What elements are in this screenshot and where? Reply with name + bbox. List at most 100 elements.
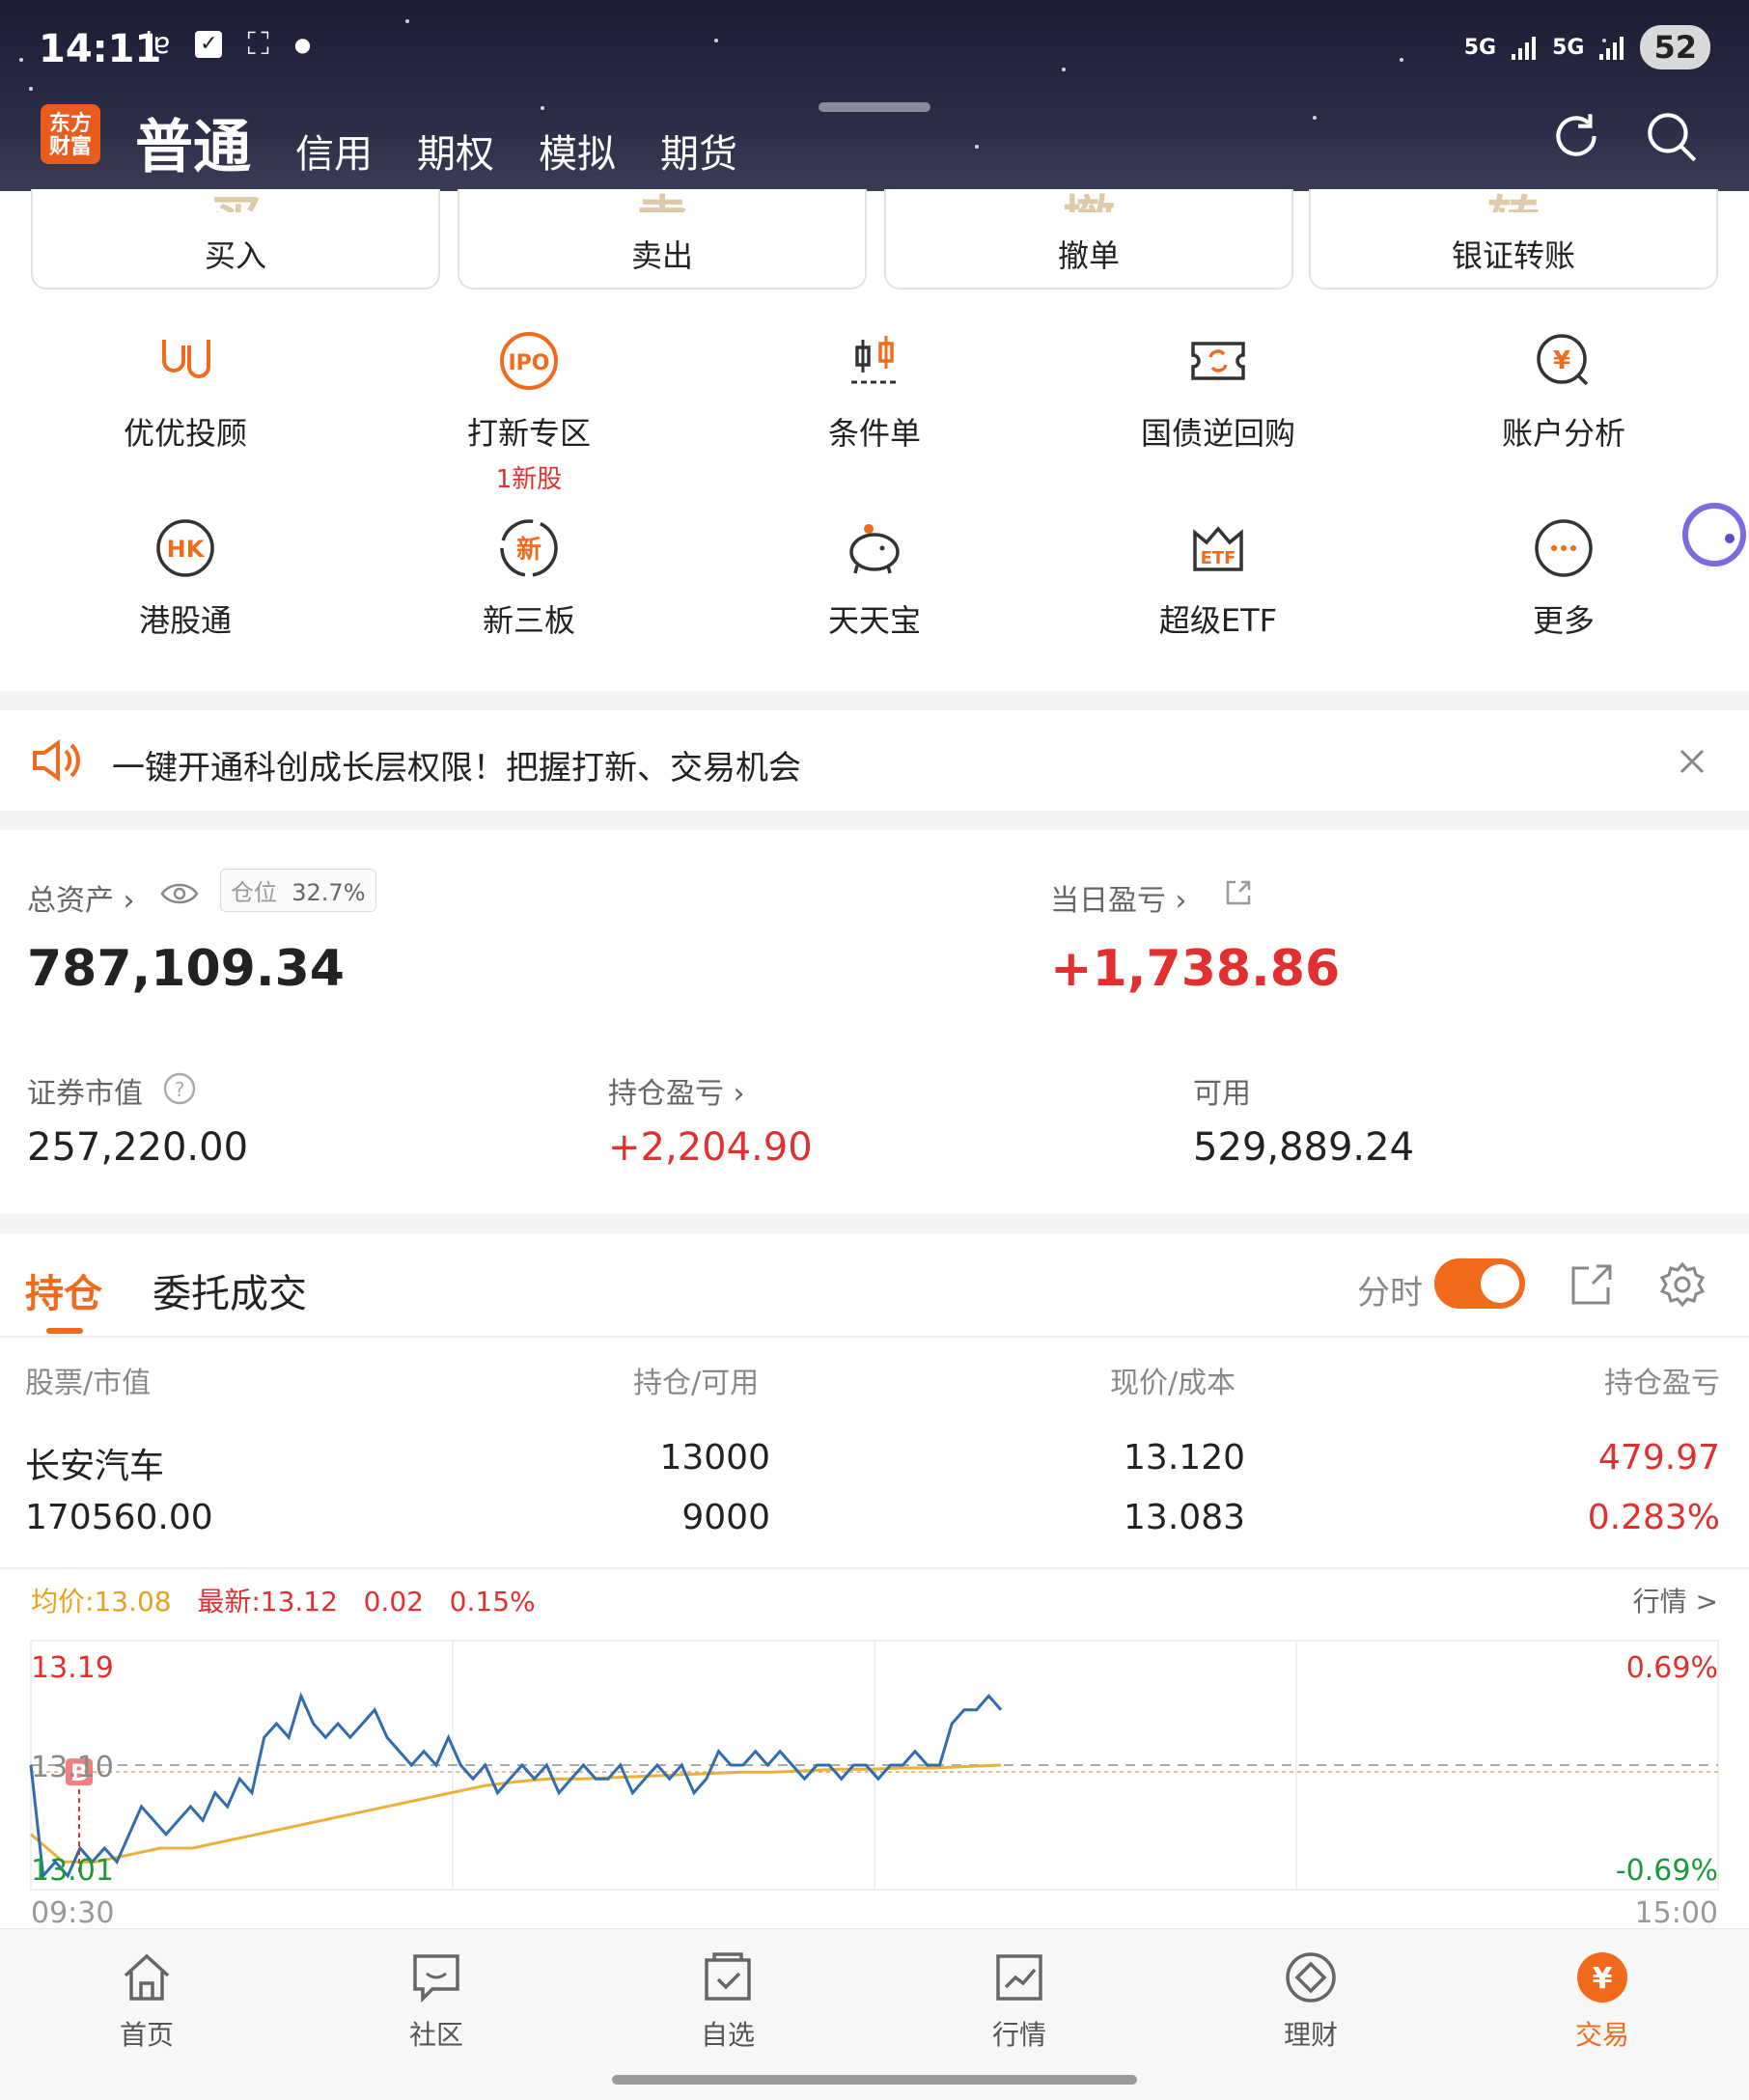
nav-home[interactable]: 首页 bbox=[60, 1948, 234, 2053]
svg-text:¥: ¥ bbox=[1593, 1962, 1613, 1996]
svg-text:HK: HK bbox=[167, 536, 206, 563]
account-type-tabs: 普通 信用 期权 模拟 期货 bbox=[135, 100, 737, 184]
feature-repo[interactable]: 国债逆回购 bbox=[1102, 326, 1334, 454]
tab-futures[interactable]: 期货 bbox=[660, 123, 737, 184]
stock-pl: 479.97 bbox=[1598, 1438, 1720, 1478]
home-icon bbox=[124, 1953, 170, 2001]
status-notifications: lɐ ✓ ⛶ ● bbox=[145, 25, 311, 63]
signal-icon-2 bbox=[1599, 37, 1624, 60]
piggy-icon bbox=[849, 524, 900, 574]
daily-pl-value: +1,738.86 bbox=[1050, 940, 1341, 998]
x-tick-label: 15:00 bbox=[1635, 1896, 1718, 1928]
app-header: 14:11 lɐ ✓ ⛶ ● 5G 5G 52 东方 财富 普通 信用 期权 模… bbox=[0, 0, 1749, 191]
refresh-icon[interactable] bbox=[1546, 106, 1606, 166]
network-5g-icon-2: 5G bbox=[1552, 35, 1585, 60]
tab-orders[interactable]: 委托成交 bbox=[153, 1262, 307, 1318]
y-tick-label: 13.19 bbox=[31, 1651, 114, 1685]
community-icon bbox=[413, 1954, 459, 2003]
youyou-icon bbox=[162, 340, 210, 378]
y-tick-label: 13.10 bbox=[31, 1751, 114, 1784]
tab-credit[interactable]: 信用 bbox=[295, 123, 373, 184]
sell-button[interactable]: 卖 卖出 bbox=[458, 189, 867, 290]
chevron-right-icon: › bbox=[724, 1077, 745, 1111]
network-5g-icon: 5G bbox=[1463, 35, 1497, 60]
external-link-icon[interactable] bbox=[1224, 878, 1253, 907]
column-header-holding: 持仓/可用 bbox=[633, 1367, 760, 1400]
market-value: 257,220.00 bbox=[27, 1125, 249, 1170]
holding-pl-label[interactable]: 持仓盈亏 › bbox=[608, 1069, 745, 1112]
watchlist-icon bbox=[705, 1952, 751, 2001]
feature-youyou[interactable]: 优优投顾 bbox=[69, 326, 301, 454]
feature-hk-connect[interactable]: HK 港股通 bbox=[69, 513, 301, 641]
feature-account-analysis[interactable]: ¥ 账户分析 bbox=[1448, 326, 1680, 454]
speaker-icon bbox=[33, 739, 80, 782]
etf-icon: ETF bbox=[1193, 526, 1243, 571]
settings-gear-icon[interactable] bbox=[1658, 1260, 1707, 1309]
table-row[interactable]: 长安汽车 170560.00 13000 9000 13.120 13.083 … bbox=[0, 1417, 1749, 1560]
trade-icon: ¥ bbox=[1577, 1952, 1627, 2003]
svg-text:新: 新 bbox=[516, 535, 541, 565]
app-logo[interactable]: 东方 财富 bbox=[41, 104, 100, 164]
home-indicator[interactable] bbox=[612, 2075, 1137, 2085]
buy-button[interactable]: 买 买入 bbox=[31, 189, 440, 290]
quick-actions: 买 买入 卖 卖出 撤 撤单 转 银证转账 优优投顾 IPO 打新专区 1新股 … bbox=[0, 189, 1749, 691]
screenshot-notification-icon: ⛶ bbox=[247, 25, 269, 62]
asset-summary: 总资产 › 仓位 32.7% 787,109.34 当日盈亏 › +1,738.… bbox=[0, 830, 1749, 1214]
tab-holdings[interactable]: 持仓 bbox=[25, 1262, 102, 1318]
pct-tick-label: 0.69% bbox=[1626, 1651, 1718, 1685]
holding-pl-value: +2,204.90 bbox=[608, 1125, 813, 1170]
svg-text:ETF: ETF bbox=[1201, 548, 1236, 568]
x-tick-label: 09:30 bbox=[31, 1896, 114, 1928]
bank-transfer-button[interactable]: 转 银证转账 bbox=[1309, 189, 1718, 290]
status-time: 14:11 bbox=[39, 27, 162, 71]
close-icon[interactable] bbox=[1678, 747, 1707, 776]
tab-active-indicator bbox=[46, 1328, 83, 1334]
svg-text:¥: ¥ bbox=[1553, 346, 1570, 375]
position-ratio-badge: 仓位 32.7% bbox=[220, 869, 376, 912]
cancel-order-button[interactable]: 撤 撤单 bbox=[884, 189, 1293, 290]
tab-normal[interactable]: 普通 bbox=[135, 100, 251, 184]
drag-handle[interactable] bbox=[819, 102, 930, 112]
feature-condition-order[interactable]: 条件单 bbox=[759, 326, 990, 454]
help-icon[interactable]: ? bbox=[162, 1071, 197, 1106]
more-notifications-icon: ● bbox=[293, 32, 312, 56]
stock-holding: 13000 bbox=[659, 1438, 770, 1478]
market-value-label: 证券市值 bbox=[27, 1077, 143, 1111]
notice-banner[interactable]: 一键开通科创成长层权限！把握打新、交易机会 bbox=[0, 710, 1749, 811]
chart-series-avg bbox=[30, 1763, 1002, 1864]
nav-watchlist[interactable]: 自选 bbox=[641, 1948, 815, 2053]
feature-more[interactable]: 更多 bbox=[1448, 513, 1680, 641]
feature-super-etf[interactable]: ETF 超级ETF bbox=[1102, 513, 1334, 641]
neeq-icon: 新 bbox=[500, 519, 558, 577]
account-analysis-icon: ¥ bbox=[1537, 334, 1589, 386]
column-header-stock: 股票/市值 bbox=[25, 1367, 152, 1400]
nav-wealth[interactable]: 理财 bbox=[1224, 1948, 1398, 2053]
total-assets-label[interactable]: 总资产 › bbox=[27, 876, 135, 919]
tab-simulation[interactable]: 模拟 bbox=[539, 123, 616, 184]
divider bbox=[0, 1336, 1749, 1338]
feature-ipo[interactable]: IPO 打新专区 1新股 bbox=[413, 326, 645, 495]
market-link[interactable]: 行情 > bbox=[1633, 1581, 1718, 1619]
intraday-toggle[interactable] bbox=[1434, 1258, 1525, 1309]
total-assets-value: 787,109.34 bbox=[27, 940, 345, 998]
search-icon[interactable] bbox=[1641, 106, 1701, 166]
eye-icon[interactable] bbox=[160, 880, 199, 907]
tab-options[interactable]: 期权 bbox=[417, 123, 494, 184]
chevron-right-icon: › bbox=[114, 884, 135, 918]
nav-market[interactable]: 行情 bbox=[932, 1948, 1106, 2053]
stock-pl-pct: 0.283% bbox=[1587, 1498, 1720, 1537]
available-label: 可用 bbox=[1193, 1077, 1251, 1111]
available-value: 529,889.24 bbox=[1193, 1125, 1415, 1170]
nav-trade[interactable]: ¥ 交易 bbox=[1515, 1948, 1689, 2053]
daily-pl-label[interactable]: 当日盈亏 › bbox=[1050, 876, 1187, 919]
hk-icon: HK bbox=[156, 519, 214, 577]
share-icon[interactable] bbox=[1569, 1262, 1614, 1307]
stock-available: 9000 bbox=[681, 1498, 770, 1537]
column-header-pl: 持仓盈亏 bbox=[1604, 1367, 1720, 1400]
assistant-floating-icon[interactable] bbox=[1680, 500, 1749, 569]
divider bbox=[0, 1567, 1749, 1569]
nav-community[interactable]: 社区 bbox=[349, 1948, 523, 2053]
feature-neeq[interactable]: 新 新三板 bbox=[413, 513, 645, 641]
feature-tiantianbao[interactable]: 天天宝 bbox=[759, 513, 990, 641]
notice-text: 一键开通科创成长层权限！把握打新、交易机会 bbox=[112, 749, 801, 788]
